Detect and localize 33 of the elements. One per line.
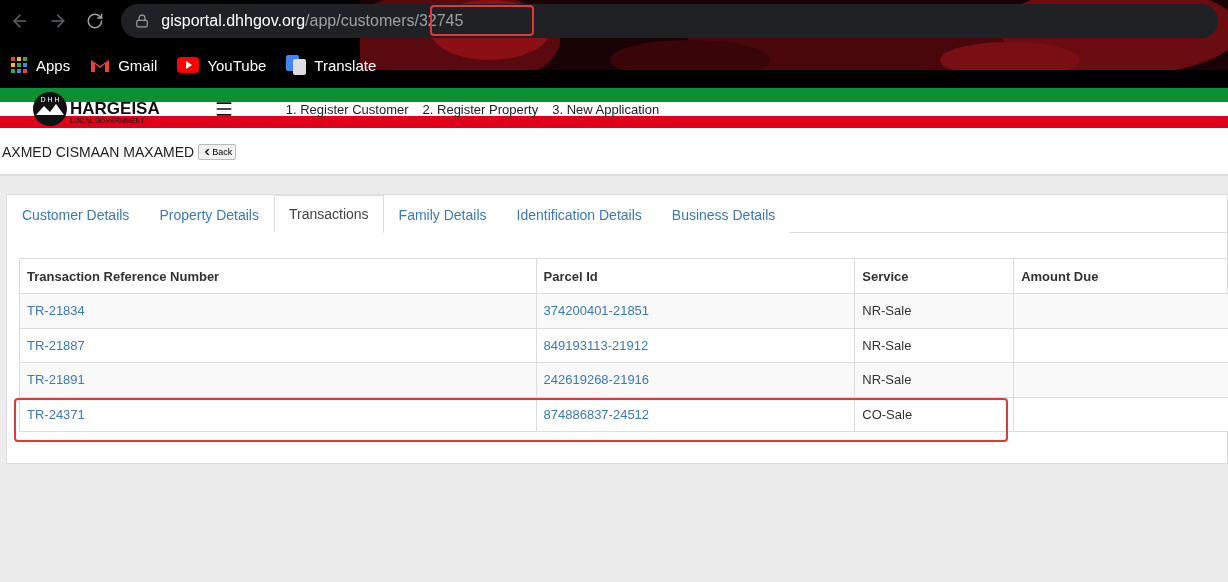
table-cell: NR-Sale xyxy=(854,362,1014,397)
customer-name: AXMED CISMAAN MAXAMED xyxy=(2,144,195,160)
bookmark[interactable]: Apps xyxy=(10,56,71,74)
logo-title: HARGEISA xyxy=(70,100,160,117)
reference-link[interactable]: TR-24371 xyxy=(27,406,85,422)
column-header: Parcel Id xyxy=(536,258,855,294)
bookmark[interactable]: Gmail xyxy=(90,56,158,74)
reload-icon[interactable] xyxy=(85,12,104,30)
column-header: Amount Due xyxy=(1013,258,1228,294)
parcel-link[interactable]: 242619268-21916 xyxy=(543,372,650,388)
bookmark[interactable]: Translate xyxy=(286,55,377,75)
translate-icon xyxy=(286,55,307,75)
nav-link[interactable]: 3. New Application xyxy=(552,101,660,117)
table-cell: NR-Sale xyxy=(854,328,1014,363)
parcel-link[interactable]: 374200401-21851 xyxy=(543,303,650,319)
column-header: Service xyxy=(854,258,1014,294)
play-icon xyxy=(177,57,200,73)
nav-link[interactable]: 2. Register Property xyxy=(422,101,539,117)
tab[interactable]: Transactions xyxy=(273,195,384,233)
parcel-link[interactable]: 874886837-24512 xyxy=(543,406,650,422)
envelope-icon xyxy=(90,57,111,73)
column-header: Transaction Reference Number xyxy=(19,258,537,294)
reference-link[interactable]: TR-21887 xyxy=(27,337,85,353)
reference-link[interactable]: TR-21834 xyxy=(27,303,85,319)
url-host: gisportal.dhhgov.org xyxy=(161,12,306,30)
bookmark[interactable]: YouTube xyxy=(177,56,267,74)
apps-grid-icon xyxy=(10,56,28,74)
back-button[interactable]: Back xyxy=(198,144,237,160)
lock-icon xyxy=(135,14,150,28)
parcel-link[interactable]: 849193113-21912 xyxy=(543,337,649,353)
reference-link[interactable]: TR-21891 xyxy=(27,372,85,388)
nav-link[interactable]: 1. Register Customer xyxy=(285,101,409,117)
table-cell: NR-Sale xyxy=(854,293,1014,328)
